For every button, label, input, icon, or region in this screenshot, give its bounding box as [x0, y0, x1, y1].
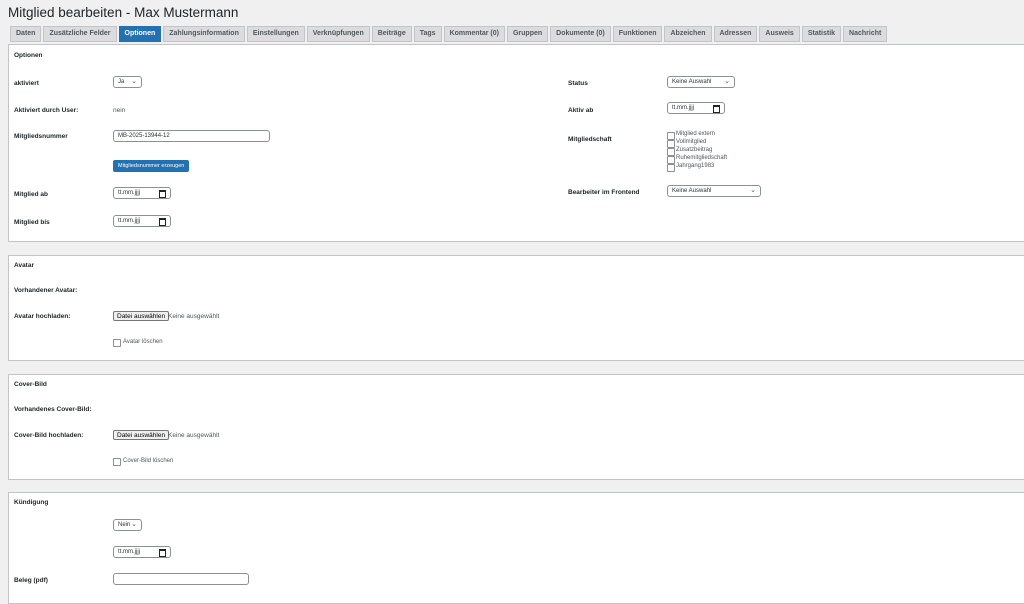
tab-nachricht[interactable]: Nachricht [843, 26, 888, 42]
kuendigung-panel: Kündigung Nein ⌄ tt.mm.jjjj Beleg (pdf) [8, 492, 1024, 604]
avatar-delete-label: Avatar löschen [123, 339, 163, 345]
calendar-icon[interactable] [713, 105, 720, 113]
avatar-delete-checkbox[interactable] [113, 339, 121, 347]
existing-avatar-label: Vorhandener Avatar: [14, 287, 78, 294]
aktiviert-label: aktiviert [14, 80, 39, 87]
options-title: Optionen [14, 52, 43, 59]
tab-daten[interactable]: Daten [10, 26, 42, 42]
tab-beitraege[interactable]: Beiträge [371, 26, 412, 42]
upload-avatar-label: Avatar hochladen: [14, 313, 71, 320]
aktiviert-durch-user-value: nein [113, 107, 126, 114]
kuendigung-date-value: tt.mm.jjjj [118, 549, 140, 555]
chevron-down-icon: ⌄ [724, 78, 730, 85]
bearbeiter-value: Keine Auswahl [672, 188, 712, 194]
cover-panel: Cover-Bild Vorhandenes Cover-Bild: Cover… [8, 374, 1024, 480]
avatar-file-status: Keine ausgewählt [168, 313, 220, 320]
chevron-down-icon: ⌄ [131, 521, 137, 528]
tab-abzeichen[interactable]: Abzeichen [664, 26, 712, 42]
avatar-file-button[interactable]: Datei auswählen [113, 311, 170, 321]
kuendigung-select[interactable]: Nein ⌄ [113, 519, 142, 531]
status-select[interactable]: Keine Auswahl ⌄ [667, 76, 735, 88]
mitgliedschaft-checkbox-extern[interactable] [667, 132, 675, 140]
tab-bar: Daten Zusätzliche Felder Optionen Zahlun… [10, 26, 888, 42]
tab-zusaetzliche-felder[interactable]: Zusätzliche Felder [43, 26, 117, 42]
upload-cover-label: Cover-Bild hochladen: [14, 432, 84, 439]
options-panel: Optionen aktiviert Ja ⌄ Aktiviert durch … [8, 44, 1024, 242]
aktiv-ab-value: tt.mm.jjjj [672, 105, 694, 111]
mitgliedschaft-checkbox-zusatz[interactable] [667, 148, 675, 156]
bearbeiter-select[interactable]: Keine Auswahl ⌄ [667, 185, 761, 197]
aktiv-ab-label: Aktiv ab [568, 107, 594, 114]
aktiviert-durch-user-label: Aktiviert durch User: [14, 107, 79, 114]
mitglied-ab-label: Mitglied ab [14, 191, 48, 198]
beleg-input[interactable] [113, 573, 249, 585]
mitgliedschaft-label-zusatz: Zusatzbeitrag [676, 147, 713, 153]
calendar-icon[interactable] [159, 190, 166, 198]
tab-einstellungen[interactable]: Einstellungen [246, 26, 305, 42]
generate-member-number-button[interactable]: Mitgliedsnummer erzeugen [113, 160, 190, 172]
mitgliedschaft-checkbox-ruhe[interactable] [667, 156, 675, 164]
existing-cover-label: Vorhandenes Cover-Bild: [14, 406, 92, 413]
cover-file-status: Keine ausgewählt [168, 432, 220, 439]
tab-kommentar[interactable]: Kommentar (0) [443, 26, 505, 42]
status-label: Status [568, 80, 588, 87]
tab-gruppen[interactable]: Gruppen [506, 26, 549, 42]
tab-zahlungsinformation[interactable]: Zahlungsinformation [163, 26, 245, 42]
tab-optionen[interactable]: Optionen [118, 26, 162, 42]
chevron-down-icon: ⌄ [131, 78, 137, 85]
avatar-panel: Avatar Vorhandener Avatar: Avatar hochla… [8, 255, 1024, 361]
chevron-down-icon: ⌄ [750, 187, 756, 194]
tab-adressen[interactable]: Adressen [713, 26, 758, 42]
aktiviert-value: Ja [118, 79, 125, 85]
mitglied-ab-date[interactable]: tt.mm.jjjj [113, 187, 171, 199]
bearbeiter-label: Bearbeiter im Frontend [568, 189, 640, 196]
mitgliedsnummer-label: Mitgliedsnummer [14, 133, 68, 140]
tab-statistik[interactable]: Statistik [801, 26, 842, 42]
mitgliedschaft-checkbox-jahrgang[interactable] [667, 164, 675, 172]
avatar-title: Avatar [14, 262, 34, 269]
mitgliedschaft-label-ruhe: Ruhemitgliedschaft [676, 155, 728, 161]
aktiv-ab-date[interactable]: tt.mm.jjjj [667, 102, 725, 114]
mitgliedschaft-label-jahrgang: Jahrgang1983 [676, 163, 715, 169]
mitglied-ab-value: tt.mm.jjjj [118, 190, 140, 196]
tab-tags[interactable]: Tags [413, 26, 442, 42]
cover-delete-label: Cover-Bild löschen [123, 458, 174, 464]
tab-ausweis[interactable]: Ausweis [759, 26, 800, 42]
cover-delete-checkbox[interactable] [113, 458, 121, 466]
mitgliedschaft-checkbox-voll[interactable] [667, 140, 675, 148]
aktiviert-select[interactable]: Ja ⌄ [113, 76, 142, 88]
calendar-icon[interactable] [159, 218, 166, 226]
mitgliedschaft-label-voll: Vollmitglied [676, 139, 707, 145]
cover-file-button[interactable]: Datei auswählen [113, 430, 170, 440]
mitgliedsnummer-input[interactable]: MB-2025-13944-12 [113, 130, 270, 142]
tab-funktionen[interactable]: Funktionen [612, 26, 663, 42]
kuendigung-date[interactable]: tt.mm.jjjj [113, 546, 171, 558]
mitgliedschaft-label: Mitgliedschaft [568, 136, 612, 143]
beleg-label: Beleg (pdf) [14, 577, 48, 584]
kuendigung-value: Nein [118, 522, 131, 528]
tab-dokumente[interactable]: Dokumente (0) [550, 26, 611, 42]
cover-title: Cover-Bild [14, 381, 47, 388]
mitgliedschaft-label-extern: Mitglied extern [676, 131, 716, 137]
kuendigung-title: Kündigung [14, 499, 49, 506]
calendar-icon[interactable] [159, 549, 166, 557]
page-title: Mitglied bearbeiten - Max Mustermann [8, 5, 239, 20]
mitglied-bis-label: Mitglied bis [14, 219, 50, 226]
mitglied-bis-date[interactable]: tt.mm.jjjj [113, 215, 171, 227]
mitglied-bis-value: tt.mm.jjjj [118, 218, 140, 224]
tab-verknuepfungen[interactable]: Verknüpfungen [306, 26, 370, 42]
status-value: Keine Auswahl [672, 79, 712, 85]
